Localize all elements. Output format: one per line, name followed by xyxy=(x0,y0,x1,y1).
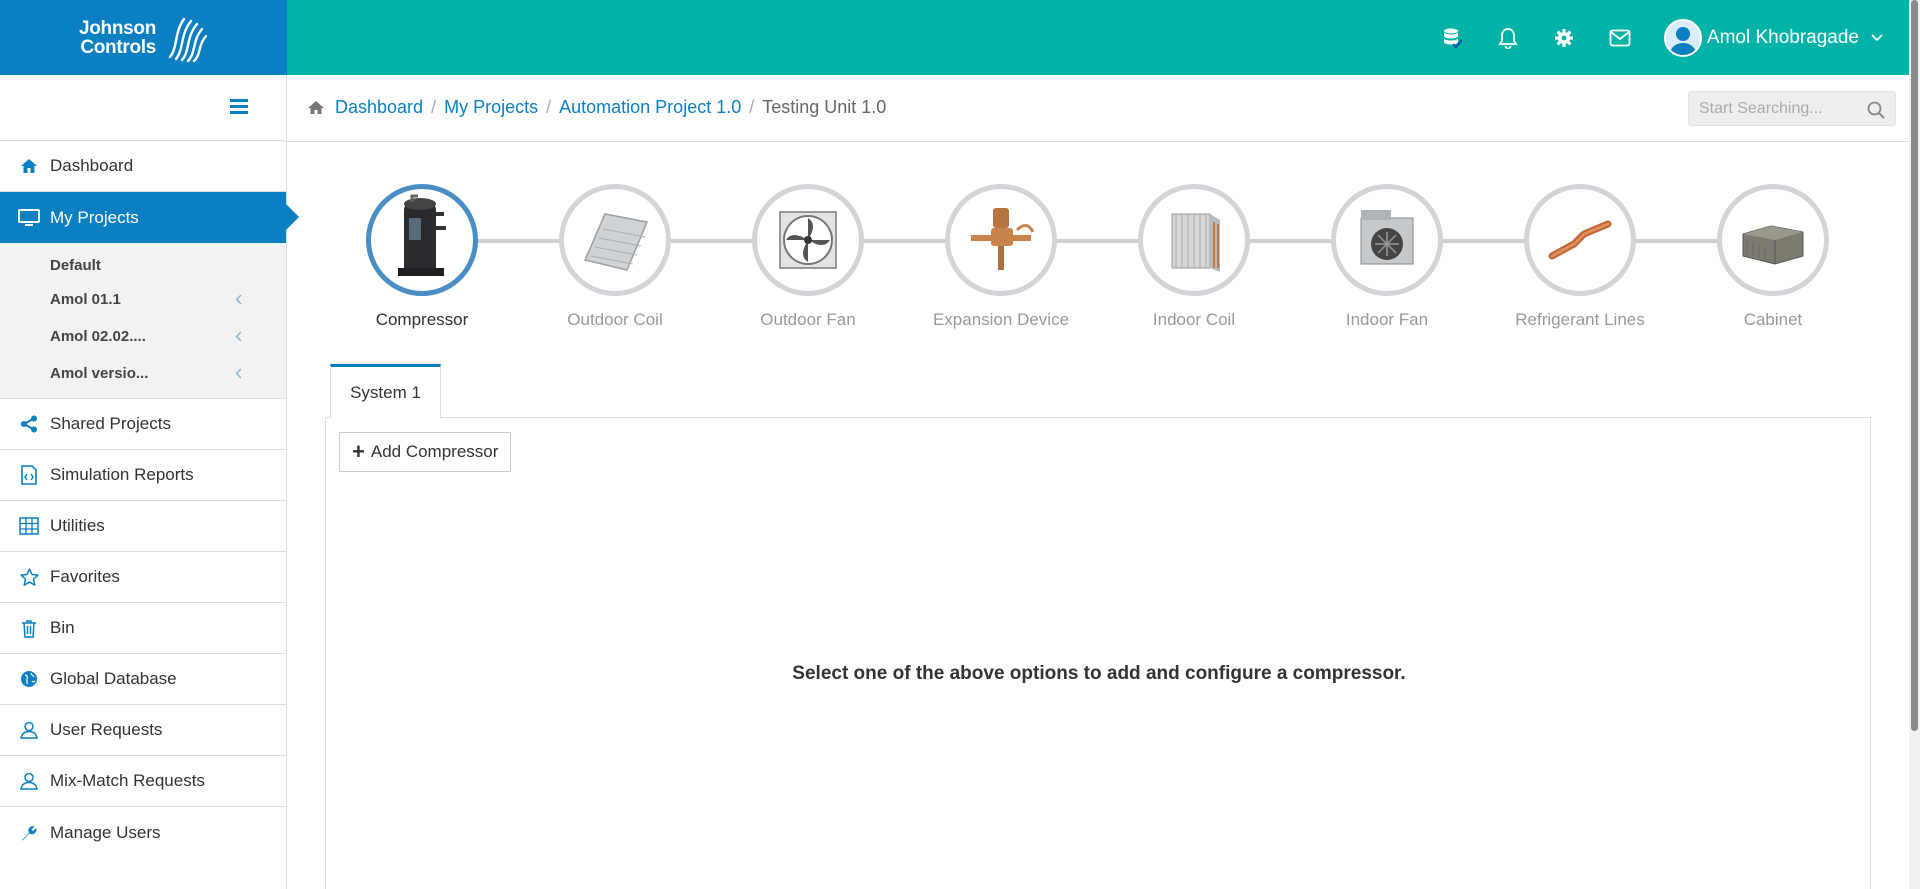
home-icon xyxy=(18,155,40,177)
add-compressor-button[interactable]: + Add Compressor xyxy=(339,432,512,472)
sidebar-item-my-projects[interactable]: My Projects xyxy=(0,192,299,243)
search-box xyxy=(1688,91,1896,126)
company-logo[interactable]: Johnson Controls xyxy=(0,0,287,75)
expansion-device-icon xyxy=(971,208,1035,270)
step-label: Indoor Coil xyxy=(1152,310,1236,329)
breadcrumb-link-my-projects[interactable]: My Projects xyxy=(444,97,538,118)
grid-icon xyxy=(18,515,40,537)
step-compressor[interactable]: Compressor xyxy=(342,184,502,330)
sidebar-item-shared-projects[interactable]: Shared Projects xyxy=(0,399,286,450)
chevron-down-icon xyxy=(1871,33,1883,41)
cabinet-icon xyxy=(1742,225,1804,265)
sidebar-item-utilities[interactable]: Utilities xyxy=(0,501,286,552)
sidebar-item-label: Favorites xyxy=(50,567,120,586)
user-name: Amol Khobragade xyxy=(1706,26,1859,48)
project-list: Default Amol 01.1 Amol 02.02.... Amol ve… xyxy=(0,243,286,399)
project-item[interactable]: Amol 02.02.... xyxy=(0,318,286,355)
compressor-icon xyxy=(398,194,446,276)
user-menu[interactable]: Amol Khobragade xyxy=(1648,0,1909,75)
indoor-fan-icon xyxy=(1360,210,1414,265)
step-outdoor-coil[interactable]: Outdoor Coil xyxy=(535,184,695,330)
chevron-left-icon xyxy=(235,331,242,342)
share-icon xyxy=(18,413,40,435)
step-outdoor-fan[interactable]: Outdoor Fan xyxy=(728,184,888,330)
gear-icon[interactable] xyxy=(1536,0,1592,75)
refrigerant-lines-icon xyxy=(1548,220,1612,260)
sidebar-item-label: Shared Projects xyxy=(50,414,171,433)
scrollbar-thumb[interactable] xyxy=(1911,0,1918,731)
sidebar-item-user-requests[interactable]: User Requests xyxy=(0,705,286,756)
avatar xyxy=(1663,18,1702,57)
user-icon xyxy=(18,770,40,792)
sidebar-item-global-database[interactable]: Global Database xyxy=(0,654,286,705)
step-label: Expansion Device xyxy=(932,310,1070,329)
sidebar-item-label: Dashboard xyxy=(50,156,134,175)
star-icon xyxy=(18,566,40,588)
hamburger-menu-icon[interactable] xyxy=(230,99,248,115)
sidebar-item-bin[interactable]: Bin xyxy=(0,603,286,654)
database-check-icon[interactable] xyxy=(1424,0,1480,75)
step-indoor-coil[interactable]: Indoor Coil xyxy=(1114,184,1274,330)
breadcrumb-bar: Dashboard / My Projects / Automation Pro… xyxy=(287,75,1909,142)
code-file-icon xyxy=(18,464,40,486)
empty-state-message: Select one of the above options to add a… xyxy=(792,663,1406,684)
search-input[interactable] xyxy=(1689,92,1859,125)
monitor-icon xyxy=(18,207,40,229)
tab-system-1[interactable]: System 1 xyxy=(330,364,441,418)
mail-icon[interactable] xyxy=(1592,0,1648,75)
step-label: Compressor xyxy=(375,310,469,329)
component-stepper: Compressor Outdoor Coil Outdoor Fan Expa… xyxy=(287,142,1909,342)
sidebar-item-manage-users[interactable]: Manage Users xyxy=(0,807,286,858)
breadcrumb-current: Testing Unit 1.0 xyxy=(762,97,887,117)
step-cabinet[interactable]: Cabinet xyxy=(1693,184,1853,330)
sidebar-item-label: Mix-Match Requests xyxy=(50,771,205,790)
system-panel: + Add Compressor Select one of the above… xyxy=(325,417,1871,889)
wrench-icon xyxy=(18,822,40,844)
logo-wordmark: Johnson Controls xyxy=(78,17,157,58)
step-label: Cabinet xyxy=(1743,310,1803,329)
sidebar-item-mix-match-requests[interactable]: Mix-Match Requests xyxy=(0,756,286,807)
sidebar-item-label: Simulation Reports xyxy=(50,465,194,484)
sidebar: Dashboard My Projects Default Amol 01.1 … xyxy=(0,75,299,889)
sidebar-item-simulation-reports[interactable]: Simulation Reports xyxy=(0,450,286,501)
top-navbar: Amol Khobragade xyxy=(287,0,1909,75)
sidebar-item-favorites[interactable]: Favorites xyxy=(0,552,286,603)
sidebar-item-label: Global Database xyxy=(50,669,177,688)
outdoor-fan-icon xyxy=(779,211,837,269)
sidebar-item-label: User Requests xyxy=(50,720,163,739)
outdoor-coil-icon xyxy=(583,213,649,271)
bell-icon[interactable] xyxy=(1480,0,1536,75)
plus-icon: + xyxy=(352,439,365,464)
project-item[interactable]: Amol versio... xyxy=(0,355,286,392)
step-label: Refrigerant Lines xyxy=(1515,310,1645,329)
sidebar-item-dashboard[interactable]: Dashboard xyxy=(0,141,286,192)
project-item-default[interactable]: Default xyxy=(0,249,286,281)
home-icon[interactable] xyxy=(307,100,325,115)
chevron-left-icon xyxy=(235,368,242,379)
project-item[interactable]: Amol 01.1 xyxy=(0,281,286,318)
step-refrigerant-lines[interactable]: Refrigerant Lines xyxy=(1500,184,1660,330)
step-expansion-device[interactable]: Expansion Device xyxy=(921,184,1081,330)
sidebar-item-label: Utilities xyxy=(50,516,105,535)
breadcrumb-link-dashboard[interactable]: Dashboard xyxy=(335,97,423,118)
breadcrumb: Dashboard / My Projects / Automation Pro… xyxy=(307,97,886,118)
trash-icon xyxy=(18,617,40,639)
globe-icon xyxy=(18,668,40,690)
step-label: Indoor Fan xyxy=(1345,310,1429,329)
step-label: Outdoor Coil xyxy=(567,310,663,329)
step-indoor-fan[interactable]: Indoor Fan xyxy=(1307,184,1467,330)
step-label: Outdoor Fan xyxy=(760,310,856,329)
search-icon[interactable] xyxy=(1867,101,1885,119)
sidebar-item-label: Manage Users xyxy=(50,822,161,842)
chevron-left-icon xyxy=(235,294,242,305)
breadcrumb-link-project[interactable]: Automation Project 1.0 xyxy=(559,97,741,118)
logo-waves-icon xyxy=(168,17,208,62)
user-icon xyxy=(18,719,40,741)
indoor-coil-icon xyxy=(1171,213,1220,272)
page-scrollbar[interactable] xyxy=(1909,0,1920,889)
sidebar-item-label: Bin xyxy=(50,618,75,637)
sidebar-item-label: My Projects xyxy=(50,207,139,227)
